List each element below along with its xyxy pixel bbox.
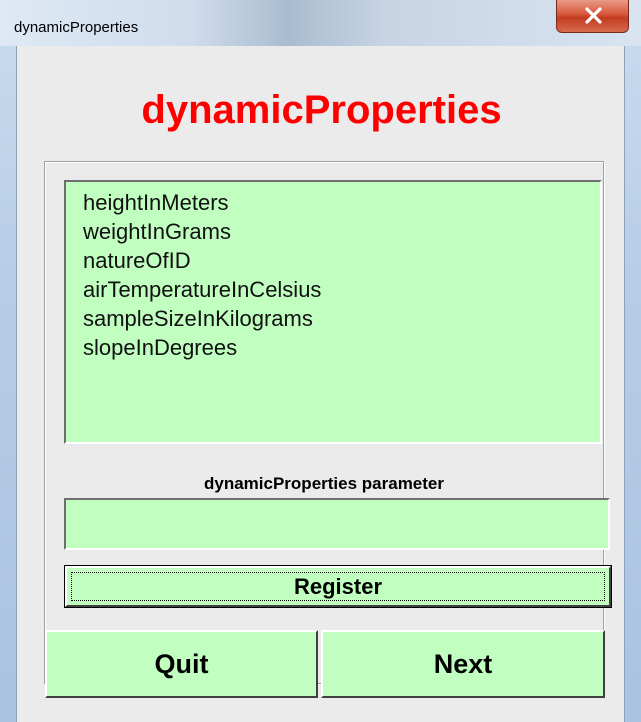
properties-listbox[interactable]: heightInMeters weightInGrams natureOfID air… [64, 180, 602, 444]
form-client-area: dynamicProperties heightInMeters weightIn… [16, 46, 625, 722]
focus-rectangle [71, 572, 605, 601]
dialog-window: dynamicProperties dynamicProperties heig… [0, 0, 641, 722]
list-item[interactable]: airTemperatureInCelsius [83, 275, 600, 304]
quit-button-label: Quit [154, 648, 209, 679]
list-item[interactable]: weightInGrams [83, 217, 600, 246]
properties-list: heightInMeters weightInGrams natureOfID air… [66, 182, 600, 362]
form-heading: dynamicProperties [141, 88, 502, 132]
close-button[interactable] [556, 0, 629, 33]
register-button[interactable]: Register [64, 565, 612, 608]
list-item[interactable]: natureOfID [83, 246, 600, 275]
list-item[interactable]: sampleSizeInKilograms [83, 304, 600, 333]
window-title: dynamicProperties [14, 19, 139, 36]
next-button-label: Next [433, 648, 493, 679]
list-item[interactable]: slopeInDegrees [83, 333, 600, 362]
next-button[interactable]: Next [321, 630, 605, 698]
quit-button[interactable]: Quit [45, 630, 318, 698]
title-bar[interactable]: dynamicProperties [0, 0, 641, 46]
close-x-icon [585, 7, 602, 24]
parameter-input[interactable] [64, 498, 610, 550]
parameter-label: dynamicProperties parameter [204, 474, 444, 493]
list-item[interactable]: heightInMeters [83, 188, 600, 217]
